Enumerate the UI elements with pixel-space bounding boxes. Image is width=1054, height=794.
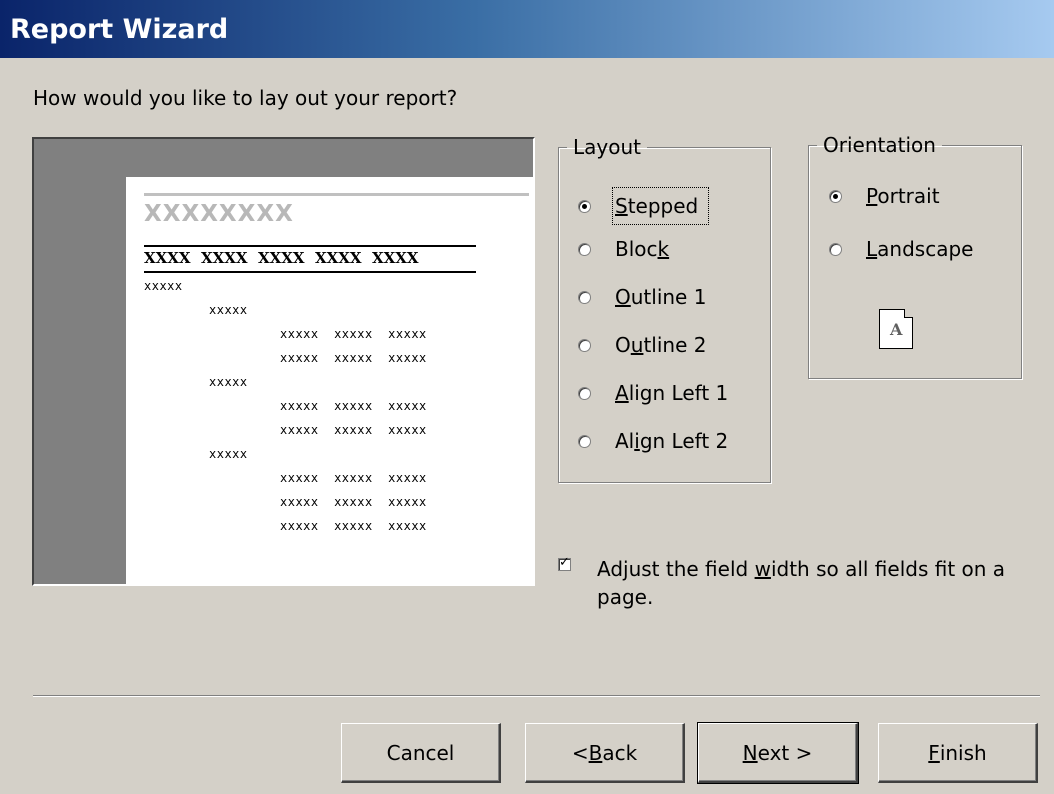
preview-page: XXXXXXXX XXXX XXXX XXXX XXXX XXXX xxxxx x… [126, 177, 535, 586]
orientation-legend: Orientation [823, 133, 936, 157]
radio-button[interactable] [578, 242, 591, 256]
radio-label: Outline 2 [615, 333, 707, 357]
next-button[interactable]: Next > [697, 722, 859, 784]
orientation-option-portrait[interactable]: Portrait [829, 183, 942, 209]
radio-label: Align Left 1 [615, 381, 729, 405]
layout-option-block[interactable]: Block [578, 236, 671, 262]
radio-label: Portrait [866, 184, 940, 208]
layout-legend: Layout [573, 135, 641, 159]
preview-header-rule-top [144, 245, 476, 247]
radio-button[interactable] [578, 290, 591, 304]
preview-row: xxxxx [209, 303, 248, 317]
adjust-width-option[interactable]: Adjust the field width so all fields fit… [558, 555, 1017, 611]
radio-label: Outline 1 [615, 285, 707, 309]
layout-option-align-left-2[interactable]: Align Left 2 [578, 428, 730, 454]
window-title: Report Wizard [10, 14, 229, 45]
question-label: How would you like to lay out your repor… [33, 86, 458, 110]
layout-option-align-left-1[interactable]: Align Left 1 [578, 380, 730, 406]
radio-button[interactable] [578, 338, 591, 352]
preview-row: xxxxx xxxxx xxxxx [280, 519, 427, 533]
layout-preview: XXXXXXXX XXXX XXXX XXXX XXXX XXXX xxxxx x… [32, 137, 535, 586]
portrait-page-icon: A [879, 309, 913, 349]
radio-label: Block [615, 237, 670, 261]
radio-button[interactable] [829, 189, 842, 203]
orientation-option-landscape[interactable]: Landscape [829, 236, 975, 262]
radio-label: Landscape [866, 237, 974, 261]
back-button[interactable]: < Back [525, 723, 685, 783]
preview-row: xxxxx xxxxx xxxxx [280, 471, 427, 485]
preview-row: xxxxx [209, 375, 248, 389]
cancel-button[interactable]: Cancel [341, 723, 501, 783]
preview-row: xxxxx xxxxx xxxxx [280, 495, 427, 509]
finish-button[interactable]: Finish [878, 723, 1038, 783]
preview-title: XXXXXXXX [144, 201, 294, 227]
preview-row: xxxxx [144, 279, 183, 293]
preview-title-rule [144, 193, 529, 196]
layout-option-outline-1[interactable]: Outline 1 [578, 284, 708, 310]
radio-button[interactable] [578, 386, 591, 400]
preview-row: xxxxx xxxxx xxxxx [280, 327, 427, 341]
preview-row: xxxxx xxxxx xxxxx [280, 423, 427, 437]
layout-option-outline-2[interactable]: Outline 2 [578, 332, 708, 358]
title-bar[interactable]: Report Wizard [0, 0, 1054, 58]
portrait-icon-letter: A [890, 320, 903, 339]
radio-button[interactable] [578, 199, 591, 213]
radio-button[interactable] [578, 434, 591, 448]
radio-button[interactable] [829, 242, 842, 256]
adjust-width-checkbox[interactable] [558, 555, 571, 571]
preview-header: XXXX XXXX XXXX XXXX XXXX [144, 249, 419, 267]
preview-row: xxxxx xxxxx xxxxx [280, 399, 427, 413]
radio-label: Align Left 2 [615, 429, 729, 453]
adjust-width-label: Adjust the field width so all fields fit… [597, 557, 1006, 609]
preview-row: xxxxx [209, 447, 248, 461]
preview-header-rule-bottom [144, 271, 476, 273]
layout-option-stepped[interactable]: Stepped [578, 187, 710, 225]
button-separator [33, 695, 1040, 697]
radio-label: Stepped [611, 187, 710, 225]
preview-row: xxxxx xxxxx xxxxx [280, 351, 427, 365]
